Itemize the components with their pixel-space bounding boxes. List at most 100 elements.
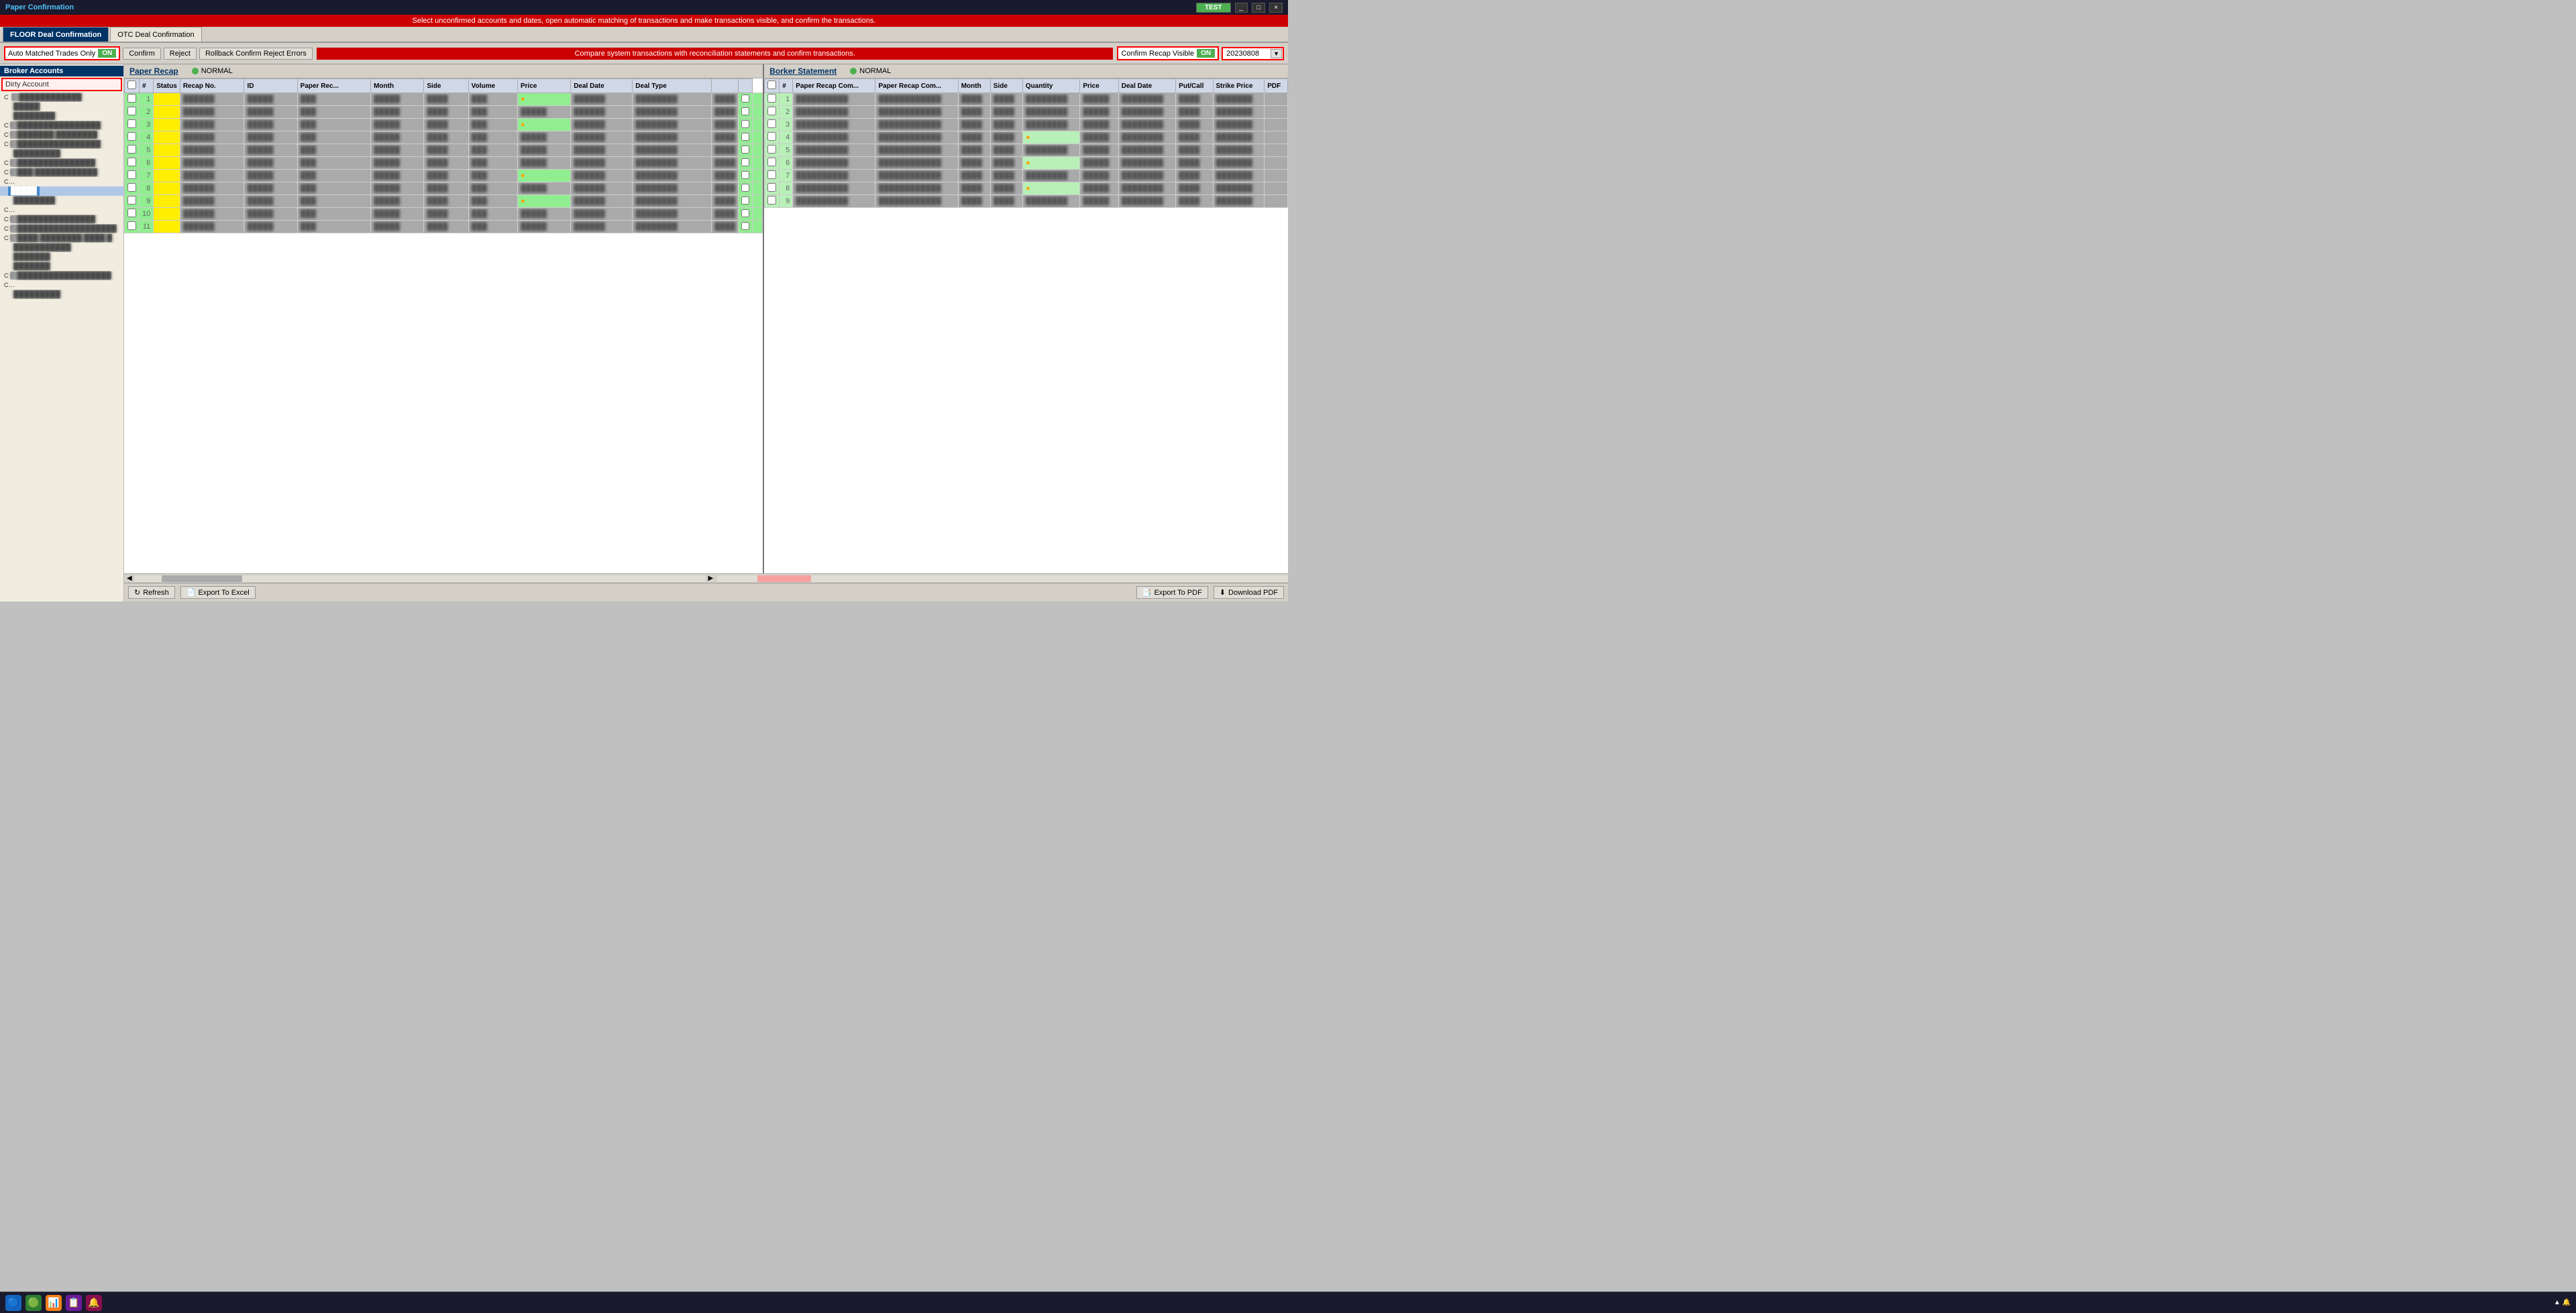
extra-checkbox[interactable] [741, 196, 749, 205]
tab-otc-deal[interactable]: OTC Deal Confirmation [110, 27, 201, 42]
right-row-checkbox[interactable] [767, 119, 776, 128]
col-paper-rec[interactable]: Paper Rec... [297, 79, 370, 93]
sidebar-subitem-2[interactable]: ████████ [0, 111, 123, 121]
col-checkbox[interactable] [125, 79, 140, 93]
sidebar-subitem-4[interactable]: ████████ [0, 196, 123, 205]
sidebar-item-2[interactable]: C ████████████████ [0, 121, 123, 130]
sidebar-item-11[interactable]: C ████ ████████ ████ █ [0, 233, 123, 243]
rcol-deal-date[interactable]: Deal Date [1118, 79, 1175, 93]
sidebar-item-6[interactable]: C ███ ████████████ [0, 168, 123, 177]
left-table-row[interactable]: 7██████████████████████████●████████████… [125, 170, 763, 182]
select-all-checkbox[interactable] [127, 80, 136, 89]
scroll-left-btn[interactable]: ◀ [124, 575, 135, 582]
rcol-checkbox[interactable] [765, 79, 780, 93]
sidebar-item-3[interactable]: C ███████ ████████ [0, 130, 123, 139]
extra-col-1[interactable] [739, 106, 753, 119]
sidebar-item-12[interactable]: C ██████████████████ [0, 271, 123, 280]
tab-floor-deal[interactable]: FLOOR Deal Confirmation [3, 27, 109, 42]
left-table-row[interactable]: 4███████████████████████████████████████… [125, 131, 763, 144]
sidebar-item-9[interactable]: C ███████████████ [0, 215, 123, 224]
row-checkbox[interactable] [127, 94, 136, 103]
row-checkbox[interactable] [127, 145, 136, 154]
extra-checkbox[interactable] [741, 133, 749, 141]
col-side[interactable]: Side [424, 79, 468, 93]
left-pane[interactable]: # Status Recap No. ID Paper Rec... Month… [124, 78, 764, 573]
date-picker-button[interactable]: ▼ [1271, 49, 1282, 58]
sidebar-subitem-7[interactable]: ███████ [0, 262, 123, 271]
left-scroll-thumb[interactable] [162, 575, 242, 582]
right-row-checkbox[interactable] [767, 170, 776, 179]
extra-checkbox[interactable] [741, 222, 749, 230]
taskbar-icon-2[interactable]: 🟢 [25, 1295, 42, 1311]
taskbar-icon-4[interactable]: 📋 [66, 1295, 82, 1311]
auto-matched-on-button[interactable]: ON [98, 49, 116, 58]
date-input[interactable] [1224, 49, 1271, 58]
rcol-paper-recap-com2[interactable]: Paper Recap Com... [875, 79, 958, 93]
sidebar-subitem-3[interactable]: █████████ [0, 149, 123, 158]
right-table-row[interactable]: 9███████████████████████████████████████… [765, 195, 1288, 208]
export-excel-button[interactable]: 📄 Export To Excel [180, 586, 256, 599]
left-table-row[interactable]: 8███████████████████████████████████████… [125, 182, 763, 195]
extra-col-1[interactable] [739, 93, 753, 106]
right-row-checkbox[interactable] [767, 145, 776, 154]
right-table-row[interactable]: 3███████████████████████████████████████… [765, 119, 1288, 131]
right-table-row[interactable]: 2███████████████████████████████████████… [765, 106, 1288, 119]
rcol-strike-price[interactable]: Strike Price [1213, 79, 1265, 93]
col-month[interactable]: Month [371, 79, 424, 93]
row-checkbox[interactable] [127, 158, 136, 166]
extra-col-1[interactable] [739, 157, 753, 170]
minimize-button[interactable]: _ [1235, 3, 1248, 13]
sidebar-item-selected[interactable]: █████ [0, 186, 123, 196]
right-row-checkbox[interactable] [767, 107, 776, 115]
sidebar-item-8[interactable]: C ███████████ █████████ [0, 205, 123, 215]
right-row-checkbox[interactable] [767, 158, 776, 166]
right-row-checkbox[interactable] [767, 132, 776, 141]
extra-checkbox[interactable] [741, 146, 749, 154]
rcol-paper-recap-com1[interactable]: Paper Recap Com... [793, 79, 875, 93]
sidebar-subitem-6[interactable]: ███████ [0, 252, 123, 262]
row-checkbox[interactable] [127, 221, 136, 230]
rcol-price[interactable]: Price [1080, 79, 1118, 93]
extra-checkbox[interactable] [741, 171, 749, 179]
sidebar-subitem-8[interactable]: █████████ [0, 290, 123, 299]
row-checkbox[interactable] [127, 107, 136, 115]
reject-button[interactable]: Reject [164, 48, 197, 60]
right-table-row[interactable]: 5███████████████████████████████████████… [765, 144, 1288, 157]
sidebar-item-1[interactable]: C ████████████ [0, 93, 123, 102]
sidebar-subitem-5[interactable]: ███████████ [0, 243, 123, 252]
rcol-put-call[interactable]: Put/Call [1176, 79, 1213, 93]
refresh-button[interactable]: ↻ Refresh [128, 586, 175, 599]
left-table-row[interactable]: 3██████████████████████████●████████████… [125, 119, 763, 131]
right-scroll-thumb[interactable] [757, 575, 811, 582]
right-pane[interactable]: # Paper Recap Com... Paper Recap Com... … [764, 78, 1288, 573]
right-table-row[interactable]: 6██████████████████████████████●████████… [765, 157, 1288, 170]
right-row-checkbox[interactable] [767, 94, 776, 103]
scroll-right-btn[interactable]: ▶ [706, 575, 716, 582]
extra-checkbox[interactable] [741, 158, 749, 166]
left-table-row[interactable]: 1██████████████████████████●████████████… [125, 93, 763, 106]
test-button[interactable]: TEST [1196, 3, 1231, 13]
right-table-row[interactable]: 4██████████████████████████████●████████… [765, 131, 1288, 144]
taskbar-icon-5[interactable]: 🔔 [86, 1295, 102, 1311]
rcol-pdf[interactable]: PDF [1265, 79, 1288, 93]
col-deal-date[interactable]: Deal Date [571, 79, 633, 93]
row-checkbox[interactable] [127, 119, 136, 128]
right-scroll-track[interactable] [717, 575, 1288, 582]
col-price[interactable]: Price [517, 79, 570, 93]
left-scroll-track[interactable] [135, 575, 706, 582]
download-pdf-button[interactable]: ⬇ Download PDF [1214, 586, 1284, 599]
right-table-row[interactable]: 7███████████████████████████████████████… [765, 170, 1288, 182]
sidebar-item-7[interactable]: C ████████████ ██████████ [0, 177, 123, 186]
extra-col-1[interactable] [739, 208, 753, 221]
row-checkbox[interactable] [127, 132, 136, 141]
col-status[interactable]: Status [154, 79, 180, 93]
maximize-button[interactable]: □ [1252, 3, 1265, 13]
col-deal-type[interactable]: Deal Type [633, 79, 712, 93]
sidebar-item-4[interactable]: C ████████████████ [0, 139, 123, 149]
sidebar-item-10[interactable]: C ███████████████████ [0, 224, 123, 233]
left-table-row[interactable]: 10██████████████████████████████████████… [125, 208, 763, 221]
right-table-row[interactable]: 8██████████████████████████████●████████… [765, 182, 1288, 195]
rollback-button[interactable]: Rollback Confirm Reject Errors [199, 48, 313, 60]
left-table-row[interactable]: 11██████████████████████████████████████… [125, 221, 763, 233]
sidebar-item-5[interactable]: C ███████████████ [0, 158, 123, 168]
